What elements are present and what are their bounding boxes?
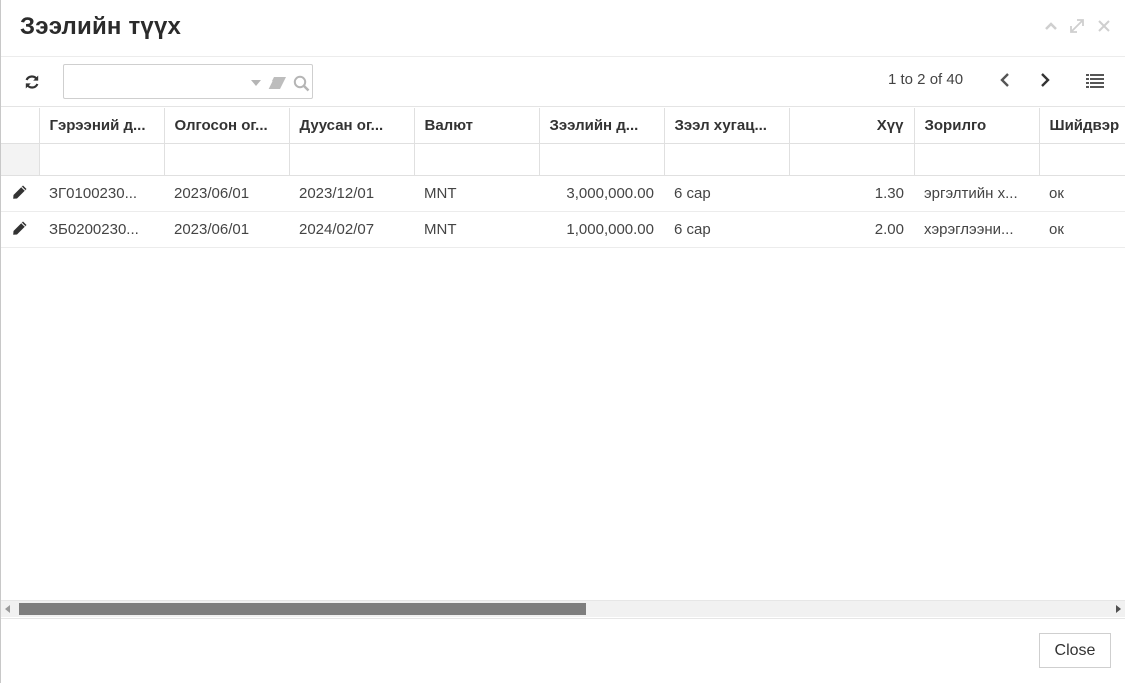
dialog-header: Зээлийн түүх (1, 0, 1125, 57)
cell-decision: ок (1039, 211, 1125, 248)
expand-icon[interactable] (1067, 17, 1087, 39)
loan-history-dialog: Зээлийн түүх 1 to 2 of 40 Гэрээний д... … (0, 0, 1125, 683)
filter-cell-decision[interactable] (1039, 143, 1125, 176)
column-header-actions (1, 108, 40, 144)
search-input[interactable] (70, 71, 240, 93)
refresh-icon (25, 75, 39, 89)
cell-purpose: эргэлтийн х... (914, 175, 1039, 212)
cell-issued-date: 2023/06/01 (164, 211, 289, 248)
column-header-loan-amount[interactable]: Зээлийн д... (539, 108, 665, 144)
scrollbar-thumb[interactable] (19, 603, 586, 615)
filter-cell-contract[interactable] (39, 143, 165, 176)
chevron-left-icon (1000, 73, 1009, 87)
dialog-title: Зээлийн түүх (20, 13, 182, 40)
pager-status: 1 to 2 of 40 (888, 71, 964, 88)
columns-menu-button[interactable] (1083, 69, 1107, 93)
filter-cell-loan-amount[interactable] (539, 143, 665, 176)
grid-toolbar: 1 to 2 of 40 (1, 57, 1125, 107)
search-box (63, 64, 313, 99)
cell-rate: 1.30 (789, 175, 914, 212)
filter-cell-loan-term[interactable] (664, 143, 790, 176)
column-header-decision[interactable]: Шийдвэр (1039, 108, 1125, 144)
cell-loan-amount: 1,000,000.00 (539, 211, 664, 248)
filter-cell-currency[interactable] (414, 143, 540, 176)
table-row[interactable]: ЗГ0100230... 2023/06/01 2023/12/01 MNT 3… (1, 175, 1125, 212)
cell-end-date: 2024/02/07 (289, 211, 414, 248)
refresh-button[interactable] (19, 69, 45, 95)
chevron-right-icon (1041, 73, 1050, 87)
filter-cell-end-date[interactable] (289, 143, 415, 176)
previous-page-button[interactable] (993, 68, 1017, 92)
column-header-currency[interactable]: Валют (414, 108, 540, 144)
chevron-up-icon[interactable] (1041, 17, 1061, 39)
horizontal-scrollbar[interactable] (1, 600, 1125, 617)
dialog-footer: Close (1, 618, 1125, 683)
filter-row (1, 143, 1125, 176)
caret-down-icon[interactable] (250, 74, 262, 92)
column-header-rate[interactable]: Хүү (789, 108, 915, 144)
edit-cell (1, 211, 39, 248)
cell-contract: ЗГ0100230... (39, 175, 164, 212)
scroll-left-icon[interactable] (5, 605, 10, 613)
column-header-end-date[interactable]: Дуусан ог... (289, 108, 415, 144)
column-header-issued-date[interactable]: Олгосон ог... (164, 108, 290, 144)
filter-cell-rate[interactable] (789, 143, 915, 176)
next-page-button[interactable] (1033, 68, 1057, 92)
cell-purpose: хэрэглээни... (914, 211, 1039, 248)
eraser-icon[interactable] (267, 74, 287, 92)
filter-cell-purpose[interactable] (914, 143, 1040, 176)
edit-cell (1, 175, 39, 212)
data-table: Гэрээний д... Олгосон ог... Дуусан ог...… (1, 108, 1125, 248)
search-icon[interactable] (292, 74, 310, 92)
cell-rate: 2.00 (789, 211, 914, 248)
cell-issued-date: 2023/06/01 (164, 175, 289, 212)
pencil-icon[interactable] (10, 218, 30, 238)
filter-cell-issued-date[interactable] (164, 143, 290, 176)
cell-currency: MNT (414, 211, 539, 248)
header-row: Гэрээний д... Олгосон ог... Дуусан ог...… (1, 108, 1125, 144)
cell-contract: ЗБ0200230... (39, 211, 164, 248)
cell-decision: ок (1039, 175, 1125, 212)
close-icon[interactable] (1094, 17, 1114, 39)
close-button[interactable]: Close (1039, 633, 1111, 668)
loan-history-grid: Гэрээний д... Олгосон ог... Дуусан ог...… (1, 108, 1125, 600)
column-header-purpose[interactable]: Зорилго (914, 108, 1040, 144)
list-icon (1086, 74, 1104, 88)
pencil-icon[interactable] (10, 182, 30, 202)
cell-loan-amount: 3,000,000.00 (539, 175, 664, 212)
column-header-contract[interactable]: Гэрээний д... (39, 108, 165, 144)
cell-currency: MNT (414, 175, 539, 212)
column-header-loan-term[interactable]: Зээл хугац... (664, 108, 790, 144)
cell-loan-term: 6 сар (664, 211, 789, 248)
cell-loan-term: 6 сар (664, 175, 789, 212)
table-row[interactable]: ЗБ0200230... 2023/06/01 2024/02/07 MNT 1… (1, 211, 1125, 248)
filter-row-header (1, 143, 40, 176)
scroll-right-icon[interactable] (1116, 605, 1121, 613)
cell-end-date: 2023/12/01 (289, 175, 414, 212)
